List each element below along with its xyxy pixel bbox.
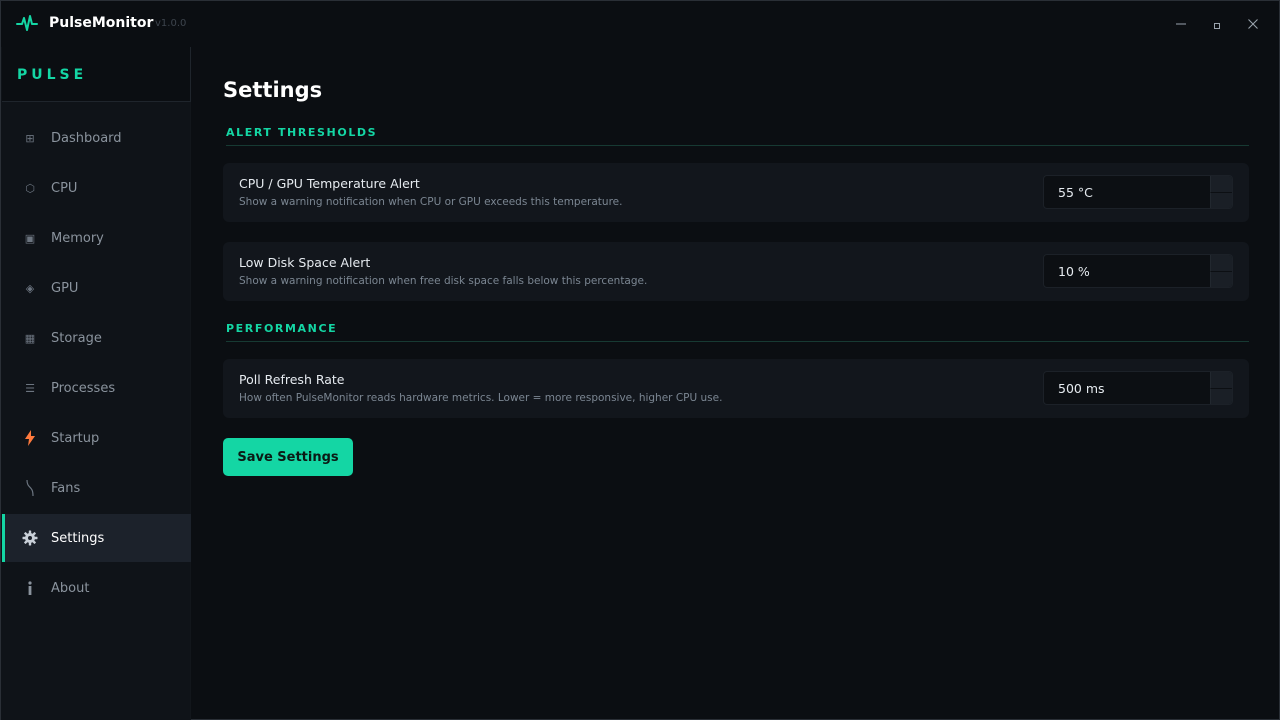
memory-chip-icon: ▣ [24, 231, 36, 245]
gear-icon [22, 530, 38, 546]
sidebar-item-gpu[interactable]: ◈ GPU [2, 264, 191, 312]
storage-icon: ▦ [24, 331, 36, 345]
sidebar-item-label: Processes [51, 380, 116, 396]
sidebar-item-label: CPU [51, 180, 78, 196]
maximize-button[interactable] [1208, 15, 1226, 33]
diamond-icon: ◈ [25, 281, 35, 295]
spinbox-buttons [1210, 176, 1232, 208]
spinbox-decrement-button[interactable] [1210, 388, 1232, 404]
sidebar-item-label: GPU [51, 280, 79, 296]
minimize-icon [1176, 23, 1186, 25]
sidebar-item-storage[interactable]: ▦ Storage [2, 314, 191, 362]
title-bar: PulseMonitor v1.0.0 [1, 1, 1279, 47]
wave-icon [22, 479, 38, 497]
close-icon [1248, 19, 1258, 29]
spinbox-buttons [1210, 255, 1232, 287]
setting-card-disk-space-alert: Low Disk Space Alert Show a warning noti… [223, 242, 1249, 301]
disk-space-threshold-spinbox[interactable]: 10 % [1043, 254, 1233, 288]
setting-card-temperature-alert: CPU / GPU Temperature Alert Show a warni… [223, 163, 1249, 222]
sidebar-item-memory[interactable]: ▣ Memory [2, 214, 191, 262]
spinbox-value: 10 % [1058, 264, 1090, 279]
minimize-button[interactable] [1172, 15, 1190, 33]
page-title: Settings [223, 78, 323, 102]
setting-description: Show a warning notification when CPU or … [239, 196, 623, 208]
setting-description: How often PulseMonitor reads hardware me… [239, 392, 723, 404]
spinbox-increment-button[interactable] [1210, 176, 1232, 193]
spinbox-decrement-button[interactable] [1210, 192, 1232, 208]
maximize-icon [1214, 23, 1220, 29]
setting-card-poll-refresh-rate: Poll Refresh Rate How often PulseMonitor… [223, 359, 1249, 418]
spinbox-increment-button[interactable] [1210, 372, 1232, 389]
setting-description: Show a warning notification when free di… [239, 275, 648, 287]
sidebar-item-label: Storage [51, 330, 102, 346]
spinbox-increment-button[interactable] [1210, 255, 1232, 272]
info-icon [22, 580, 38, 596]
setting-title: Low Disk Space Alert [239, 255, 371, 270]
grid-icon: ⊞ [25, 131, 35, 145]
spinbox-decrement-button[interactable] [1210, 271, 1232, 287]
sidebar-item-label: About [51, 580, 90, 596]
sidebar-item-dashboard[interactable]: ⊞ Dashboard [2, 114, 191, 162]
app-title: PulseMonitor [49, 15, 154, 31]
spinbox-buttons [1210, 372, 1232, 404]
sidebar-item-label: Dashboard [51, 130, 122, 146]
lightning-icon [22, 430, 38, 446]
app-version: v1.0.0 [155, 18, 187, 29]
temperature-threshold-spinbox[interactable]: 55 °C [1043, 175, 1233, 209]
brand-logo-text: PULSE [17, 67, 88, 83]
sidebar-item-label: Settings [51, 530, 105, 546]
sidebar-item-label: Fans [51, 480, 81, 496]
setting-title: CPU / GPU Temperature Alert [239, 176, 420, 191]
sidebar-item-cpu[interactable]: ⬡ CPU [2, 164, 191, 212]
close-button[interactable] [1244, 15, 1262, 33]
sidebar-item-startup[interactable]: Startup [2, 414, 191, 462]
brand-block: PULSE [2, 47, 191, 102]
section-heading-performance: PERFORMANCE [226, 322, 1249, 342]
list-icon: ☰ [25, 381, 35, 395]
hexagon-icon: ⬡ [25, 181, 35, 195]
refresh-rate-spinbox[interactable]: 500 ms [1043, 371, 1233, 405]
spinbox-value: 55 °C [1058, 185, 1093, 200]
sidebar-item-processes[interactable]: ☰ Processes [2, 364, 191, 412]
sidebar-item-label: Memory [51, 230, 104, 246]
save-settings-button[interactable]: Save Settings [223, 438, 353, 476]
setting-title: Poll Refresh Rate [239, 372, 345, 387]
spinbox-value: 500 ms [1058, 381, 1105, 396]
app-window: PulseMonitor v1.0.0 PULSE ⊞ Dashboard ⬡ … [0, 0, 1280, 720]
section-heading-alert-thresholds: ALERT THRESHOLDS [226, 126, 1249, 146]
sidebar-item-settings[interactable]: Settings [2, 514, 191, 562]
sidebar-item-fans[interactable]: Fans [2, 464, 191, 512]
pulse-logo-icon [16, 15, 38, 31]
sidebar-item-about[interactable]: About [2, 564, 191, 612]
sidebar: PULSE ⊞ Dashboard ⬡ CPU ▣ Memory ◈ GPU ▦… [1, 47, 191, 720]
sidebar-item-label: Startup [51, 430, 100, 446]
